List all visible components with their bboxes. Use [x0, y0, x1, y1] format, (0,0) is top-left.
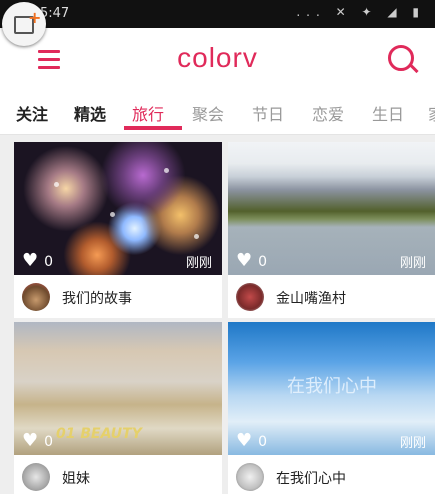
heart-icon: ♥	[236, 430, 253, 451]
heart-icon: ♥	[22, 430, 39, 451]
tab-festival[interactable]: 节日	[252, 101, 284, 125]
video-card[interactable]: ♥ 0 刚刚 我们的故事	[14, 142, 222, 318]
app-header: colorv	[0, 28, 435, 92]
tab-travel[interactable]: 旅行	[132, 101, 164, 125]
like-count[interactable]: ♥ 0	[22, 250, 53, 271]
heart-icon: ♥	[236, 250, 253, 271]
tab-follow[interactable]: 关注	[16, 101, 48, 125]
avatar[interactable]	[236, 463, 264, 491]
video-card[interactable]: 在我们心中 ♥ 0 刚刚 在我们心中	[228, 322, 435, 494]
category-tabs: 关注 精选 旅行 聚会 节日 恋爱 生日 家	[0, 92, 435, 135]
like-count[interactable]: ♥ 0	[22, 430, 53, 451]
avatar[interactable]	[22, 283, 50, 311]
like-number: 0	[44, 434, 54, 450]
tab-home[interactable]: 家	[428, 101, 435, 125]
card-footer: 在我们心中	[228, 455, 435, 494]
card-footer: 姐妹	[14, 455, 222, 494]
card-title: 在我们心中	[276, 471, 346, 487]
card-footer: 金山嘴渔村	[228, 275, 435, 318]
like-count[interactable]: ♥ 0	[236, 250, 267, 271]
post-time: 刚刚	[185, 256, 212, 271]
like-number: 0	[44, 254, 54, 270]
card-photo-fireworks: ♥ 0 刚刚	[14, 142, 222, 275]
status-bar: 5:47 ... ✕ ✦ ◢ ▮	[0, 0, 435, 28]
overlay-text: 在我们心中	[287, 376, 377, 397]
card-title: 金山嘴渔村	[276, 291, 346, 307]
heart-icon: ♥	[22, 250, 39, 271]
overlay-text: 01 BEAUTY	[56, 426, 142, 442]
status-icons: ... ✕ ✦ ◢ ▮	[296, 5, 425, 19]
like-count[interactable]: ♥ 0	[236, 430, 267, 451]
card-photo-friends: 01 BEAUTY ♥ 0	[14, 322, 222, 455]
app-logo: colorv	[177, 42, 258, 73]
like-number: 0	[258, 254, 268, 270]
avatar[interactable]	[22, 463, 50, 491]
video-card[interactable]: 01 BEAUTY ♥ 0 姐妹	[14, 322, 222, 494]
active-tab-indicator	[124, 126, 182, 130]
post-time: 刚刚	[399, 256, 426, 271]
tab-love[interactable]: 恋爱	[312, 101, 344, 125]
tab-birthday[interactable]: 生日	[372, 101, 404, 125]
post-time: 刚刚	[399, 436, 426, 451]
card-photo-village: ♥ 0 刚刚	[228, 142, 435, 275]
tab-party[interactable]: 聚会	[192, 101, 224, 125]
card-title: 姐妹	[62, 471, 90, 487]
card-title: 我们的故事	[62, 291, 132, 307]
video-card[interactable]: ♥ 0 刚刚 金山嘴渔村	[228, 142, 435, 318]
plus-icon: +	[28, 8, 42, 27]
search-icon[interactable]	[388, 45, 414, 71]
card-photo-sky: 在我们心中 ♥ 0 刚刚	[228, 322, 435, 455]
tab-featured[interactable]: 精选	[74, 101, 106, 125]
card-footer: 我们的故事	[14, 275, 222, 318]
avatar[interactable]	[236, 283, 264, 311]
floating-app-icon[interactable]: +	[2, 2, 46, 46]
like-number: 0	[258, 434, 268, 450]
